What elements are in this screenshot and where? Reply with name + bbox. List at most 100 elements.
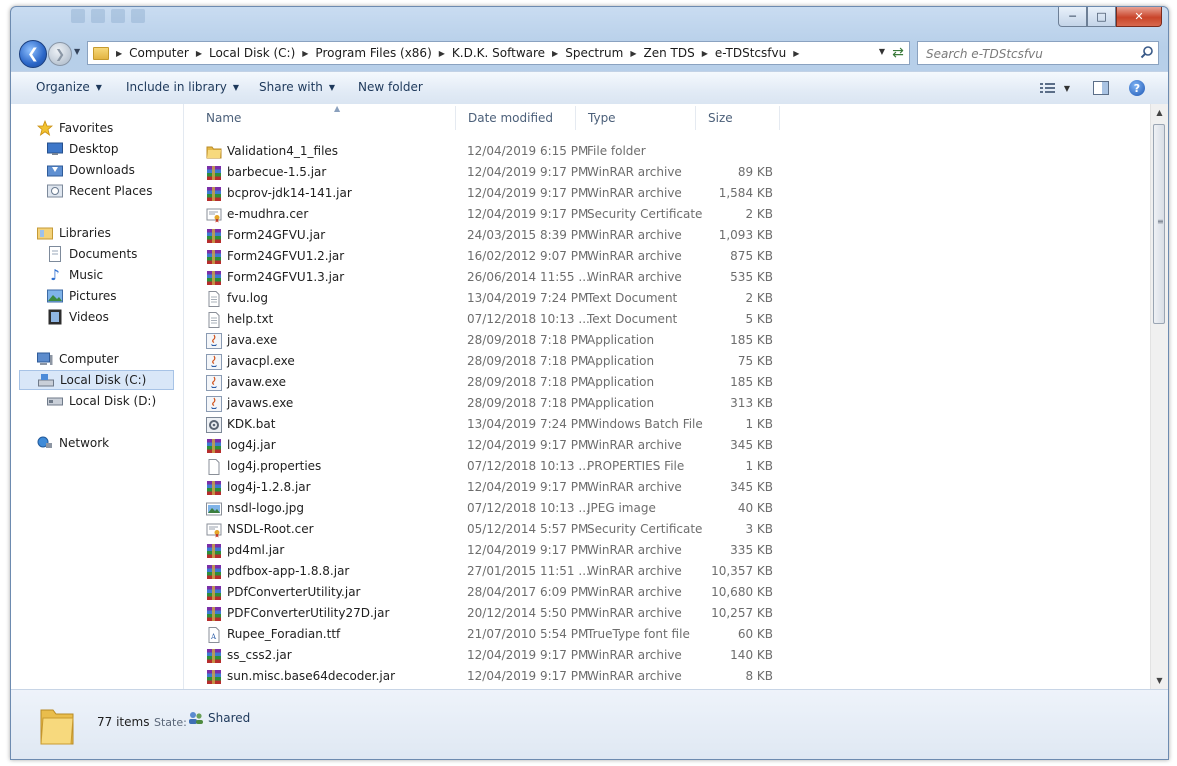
file-row[interactable]: PDfConverterUtility.jar 28/04/2017 6:09 P… bbox=[184, 582, 1144, 603]
file-row[interactable]: pdfbox-app-1.8.8.jar 27/01/2015 11:51 ...… bbox=[184, 561, 1144, 582]
downloads-icon bbox=[47, 162, 63, 178]
breadcrumb-program-files[interactable]: Program Files (x86) bbox=[315, 46, 431, 60]
file-name: ss_css2.jar bbox=[227, 648, 292, 662]
column-header-type[interactable]: Type bbox=[576, 106, 696, 130]
breadcrumb-local-disk-c[interactable]: Local Disk (C:) bbox=[209, 46, 295, 60]
nav-recent-places[interactable]: Recent Places bbox=[47, 181, 152, 201]
documents-icon bbox=[47, 246, 63, 262]
chevron-right-icon[interactable]: ▶ bbox=[702, 49, 708, 58]
file-date-modified: 20/12/2014 5:50 PM bbox=[467, 606, 589, 620]
file-row[interactable]: sun.misc.base64decoder.jar 12/04/2019 9:1… bbox=[184, 666, 1144, 687]
file-row[interactable]: A Rupee_Foradian.ttf 21/07/2010 5:54 PM Tru… bbox=[184, 624, 1144, 645]
file-row[interactable]: fvu.log 13/04/2019 7:24 PM Text Document 2 … bbox=[184, 288, 1144, 309]
recent-places-icon bbox=[47, 183, 63, 199]
address-history-dropdown[interactable]: ▼ bbox=[879, 47, 885, 56]
nav-libraries[interactable]: Libraries bbox=[37, 223, 111, 243]
java-application-icon bbox=[206, 333, 222, 349]
address-bar[interactable]: ▶ Computer ▶ Local Disk (C:) ▶ Program F… bbox=[87, 41, 890, 65]
include-in-library-button[interactable]: Include in library ▼ bbox=[126, 80, 239, 94]
minimize-button[interactable]: ─ bbox=[1058, 7, 1087, 27]
breadcrumb-e-tdstcsfvu[interactable]: e-TDStcsfvu bbox=[715, 46, 786, 60]
file-row[interactable]: help.txt 07/12/2018 10:13 ... Text Documen… bbox=[184, 309, 1144, 330]
file-row[interactable]: e-mudhra.cer 12/04/2019 9:17 PM Security C… bbox=[184, 204, 1144, 225]
chevron-right-icon[interactable]: ▶ bbox=[302, 49, 308, 58]
share-with-button[interactable]: Share with ▼ bbox=[259, 80, 335, 94]
file-date-modified: 27/01/2015 11:51 ... bbox=[467, 564, 590, 578]
refresh-button[interactable]: ⇄ bbox=[887, 41, 910, 65]
file-row[interactable]: KDK.bat 13/04/2019 7:24 PM Windows Batch F… bbox=[184, 414, 1144, 435]
file-row[interactable]: Form24GFVU1.3.jar 26/06/2014 11:55 ... Win… bbox=[184, 267, 1144, 288]
scrollbar-thumb[interactable]: ≡ bbox=[1153, 124, 1165, 324]
vertical-scrollbar[interactable]: ▲ ≡ ▼ bbox=[1150, 104, 1168, 689]
breadcrumb-zen-tds[interactable]: Zen TDS bbox=[644, 46, 695, 60]
file-row[interactable]: NSDL-Root.cer 05/12/2014 5:57 PM Security … bbox=[184, 519, 1144, 540]
file-type: WinRAR archive bbox=[587, 186, 682, 200]
computer-icon bbox=[37, 351, 53, 367]
breadcrumb-computer[interactable]: Computer bbox=[129, 46, 189, 60]
chevron-right-icon[interactable]: ▶ bbox=[630, 49, 636, 58]
chevron-right-icon[interactable]: ▶ bbox=[552, 49, 558, 58]
file-type: WinRAR archive bbox=[587, 564, 682, 578]
chevron-right-icon[interactable]: ▶ bbox=[793, 49, 799, 58]
file-date-modified: 12/04/2019 9:17 PM bbox=[467, 207, 589, 221]
search-input[interactable] bbox=[924, 44, 1128, 64]
column-header-date-modified[interactable]: Date modified bbox=[456, 106, 576, 130]
column-header-name[interactable]: ▲ Name bbox=[194, 104, 456, 130]
recent-pages-dropdown[interactable]: ▼ bbox=[74, 47, 80, 56]
chevron-right-icon[interactable]: ▶ bbox=[439, 49, 445, 58]
forward-button[interactable]: ❯ bbox=[48, 42, 72, 66]
file-size: 535 KB bbox=[730, 270, 773, 284]
file-row[interactable]: javaws.exe 28/09/2018 7:18 PM Application 3… bbox=[184, 393, 1144, 414]
nav-music[interactable]: ♪ Music bbox=[47, 265, 103, 285]
column-header-size[interactable]: Size bbox=[696, 106, 780, 130]
file-row[interactable]: log4j.jar 12/04/2019 9:17 PM WinRAR archiv… bbox=[184, 435, 1144, 456]
file-row[interactable]: java.exe 28/09/2018 7:18 PM Application 185… bbox=[184, 330, 1144, 351]
winrar-archive-icon bbox=[206, 186, 222, 202]
file-row[interactable]: PDFConverterUtility27D.jar 20/12/2014 5:5… bbox=[184, 603, 1144, 624]
breadcrumb-spectrum[interactable]: Spectrum bbox=[565, 46, 623, 60]
file-row[interactable]: barbecue-1.5.jar 12/04/2019 9:17 PM WinRAR… bbox=[184, 162, 1144, 183]
maximize-button[interactable]: □ bbox=[1087, 7, 1116, 27]
back-button[interactable]: ❮ bbox=[19, 40, 47, 68]
help-button[interactable]: ? bbox=[1127, 78, 1147, 98]
breadcrumb-kdk-software[interactable]: K.D.K. Software bbox=[452, 46, 545, 60]
nav-computer[interactable]: Computer bbox=[37, 349, 119, 369]
search-icon[interactable] bbox=[1140, 45, 1154, 59]
nav-desktop[interactable]: Desktop bbox=[47, 139, 119, 159]
nav-documents[interactable]: Documents bbox=[47, 244, 137, 264]
scroll-down-arrow-icon[interactable]: ▼ bbox=[1151, 672, 1168, 689]
file-name: Form24GFVU1.3.jar bbox=[227, 270, 345, 284]
organize-button[interactable]: Organize ▼ bbox=[36, 80, 102, 94]
nav-local-disk-c[interactable]: Local Disk (C:) bbox=[19, 370, 174, 390]
file-row[interactable]: Form24GFVU.jar 24/03/2015 8:39 PM WinRAR a… bbox=[184, 225, 1144, 246]
close-button[interactable]: ✕ bbox=[1116, 7, 1162, 27]
grip-icon: ≡ bbox=[1157, 217, 1164, 226]
file-row[interactable]: bcprov-jdk14-141.jar 12/04/2019 9:17 PM Wi… bbox=[184, 183, 1144, 204]
preview-pane-button[interactable] bbox=[1091, 78, 1111, 98]
file-row[interactable]: nsdl-logo.jpg 07/12/2018 10:13 ... JPEG im… bbox=[184, 498, 1144, 519]
file-row[interactable]: javaw.exe 28/09/2018 7:18 PM Application 18… bbox=[184, 372, 1144, 393]
file-row[interactable]: pd4ml.jar 12/04/2019 9:17 PM WinRAR archiv… bbox=[184, 540, 1144, 561]
local-disk-icon bbox=[38, 372, 54, 388]
file-row[interactable]: log4j.properties 07/12/2018 10:13 ... PROP… bbox=[184, 456, 1144, 477]
nav-pictures[interactable]: Pictures bbox=[47, 286, 117, 306]
file-row[interactable]: Validation4_1_files 12/04/2019 6:15 PM Fil… bbox=[184, 141, 1144, 162]
nav-favorites[interactable]: Favorites bbox=[37, 118, 113, 138]
file-row[interactable]: Form24GFVU1.2.jar 16/02/2012 9:07 PM WinRA… bbox=[184, 246, 1144, 267]
nav-network[interactable]: Network bbox=[37, 433, 109, 453]
file-row[interactable]: javacpl.exe 28/09/2018 7:18 PM Application… bbox=[184, 351, 1144, 372]
nav-videos[interactable]: Videos bbox=[47, 307, 109, 327]
file-date-modified: 28/09/2018 7:18 PM bbox=[467, 333, 589, 347]
nav-local-disk-d[interactable]: Local Disk (D:) bbox=[47, 391, 156, 411]
new-folder-button[interactable]: New folder bbox=[358, 80, 423, 94]
folder-icon bbox=[93, 46, 109, 60]
file-row[interactable]: ss_css2.jar 12/04/2019 9:17 PM WinRAR arch… bbox=[184, 645, 1144, 666]
file-row[interactable]: log4j-1.2.8.jar 12/04/2019 9:17 PM WinRAR … bbox=[184, 477, 1144, 498]
scroll-up-arrow-icon[interactable]: ▲ bbox=[1151, 104, 1168, 121]
search-box[interactable] bbox=[917, 41, 1159, 65]
chevron-right-icon[interactable]: ▶ bbox=[116, 49, 122, 58]
change-view-button[interactable]: ▼ bbox=[1035, 78, 1075, 98]
chevron-right-icon[interactable]: ▶ bbox=[196, 49, 202, 58]
nav-downloads[interactable]: Downloads bbox=[47, 160, 135, 180]
file-date-modified: 12/04/2019 9:17 PM bbox=[467, 543, 589, 557]
